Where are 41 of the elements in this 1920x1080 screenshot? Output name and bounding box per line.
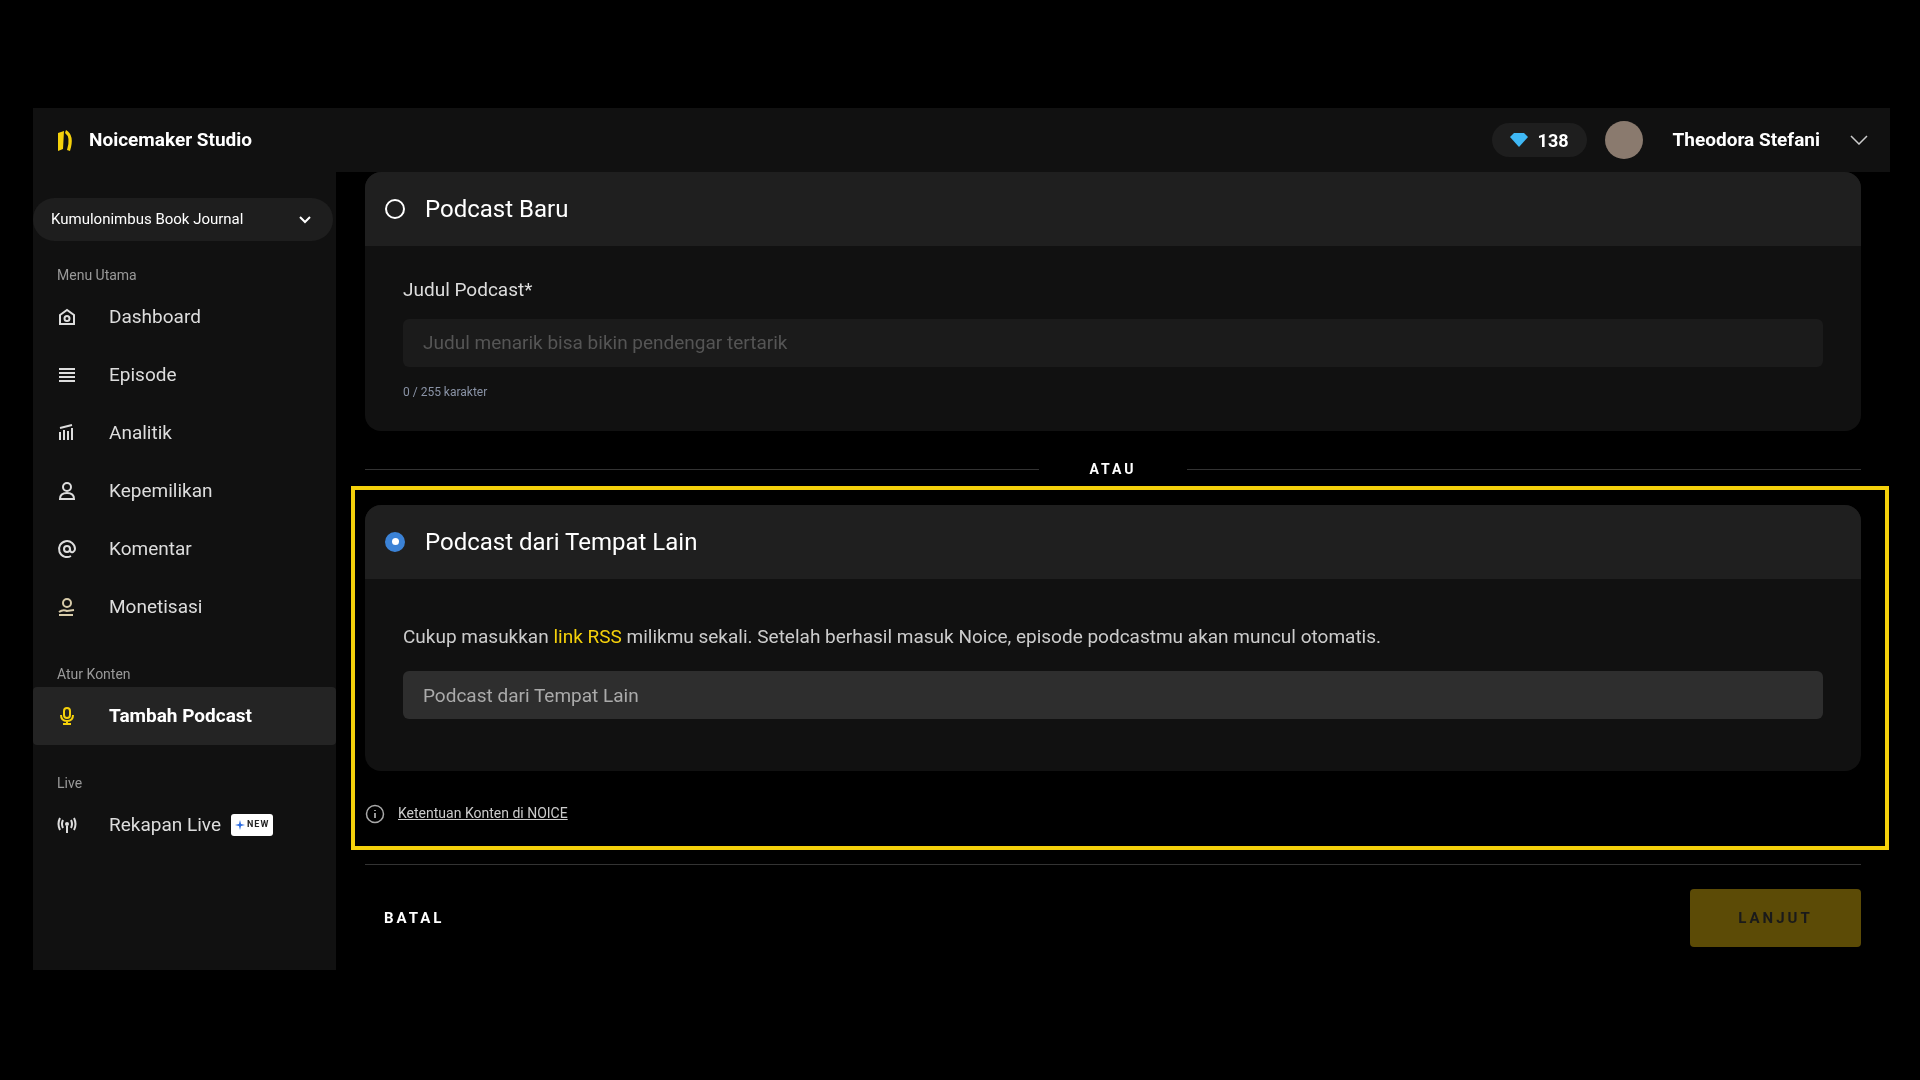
sidebar-item[interactable]: Kepemilikan [33,462,336,520]
home-icon [57,307,77,327]
broadcast-icon [57,815,77,835]
section-heading: Menu Utama [56,266,138,285]
section-heading: Live [56,774,84,793]
radio-button[interactable] [385,531,405,552]
sidebar-item[interactable]: Monetisasi [33,578,336,636]
option-title: Podcast dari Tempat Lain [425,526,698,558]
description: Cukup masukkan link RSS milikmu sekali. Setelah berhasil masuk Noice, episode podcastmu akan muncul otomatis. [403,623,1383,650]
chevron-down-icon [299,215,311,224]
separator-label: ATAU [1088,460,1138,479]
cancel-button[interactable]: BATAL [365,906,445,930]
list-icon [57,365,77,385]
terms-link[interactable]: Ketentuan Konten di NOICE [398,803,568,824]
user-name[interactable]: Theodora Stefani [1672,125,1820,155]
sidebar-item[interactable]: Tambah Podcast [33,687,336,745]
option-title: Podcast Baru [425,194,569,225]
character-counter: 0 / 255 karakter [403,383,489,401]
new-badge: NEW [230,814,274,836]
input-field[interactable]: Podcast dari Tempat Lain [403,671,1823,719]
person-icon [57,481,77,501]
podcast-selector[interactable]: Kumulonimbus Book Journal [33,198,333,241]
hand-coin-icon [57,597,77,617]
sidebar-item[interactable]: Rekapan Live NEW [33,796,336,854]
sparkle-icon [234,820,245,830]
rss-link[interactable]: link RSS [553,624,622,648]
info-icon [365,803,385,824]
input-field[interactable]: Judul menarik bisa bikin pendengar tertarik [403,318,1823,367]
sidebar-item[interactable]: Episode [33,346,336,404]
diamond-icon [1509,133,1528,147]
field-label: Judul Podcast* [403,277,534,303]
points-count: 138 [1537,128,1569,153]
sidebar-item[interactable]: Dashboard [33,288,336,346]
sidebar-item[interactable]: Komentar [33,520,336,578]
section-heading: Atur Konten [56,665,132,684]
brand-name: Noicemaker Studio [89,126,253,153]
chevron-down-icon[interactable] [1850,135,1868,145]
at-sign-icon [57,539,77,559]
microphone-icon [57,706,77,726]
avatar[interactable] [1604,121,1643,159]
sidebar-item[interactable]: Analitik [33,404,336,462]
